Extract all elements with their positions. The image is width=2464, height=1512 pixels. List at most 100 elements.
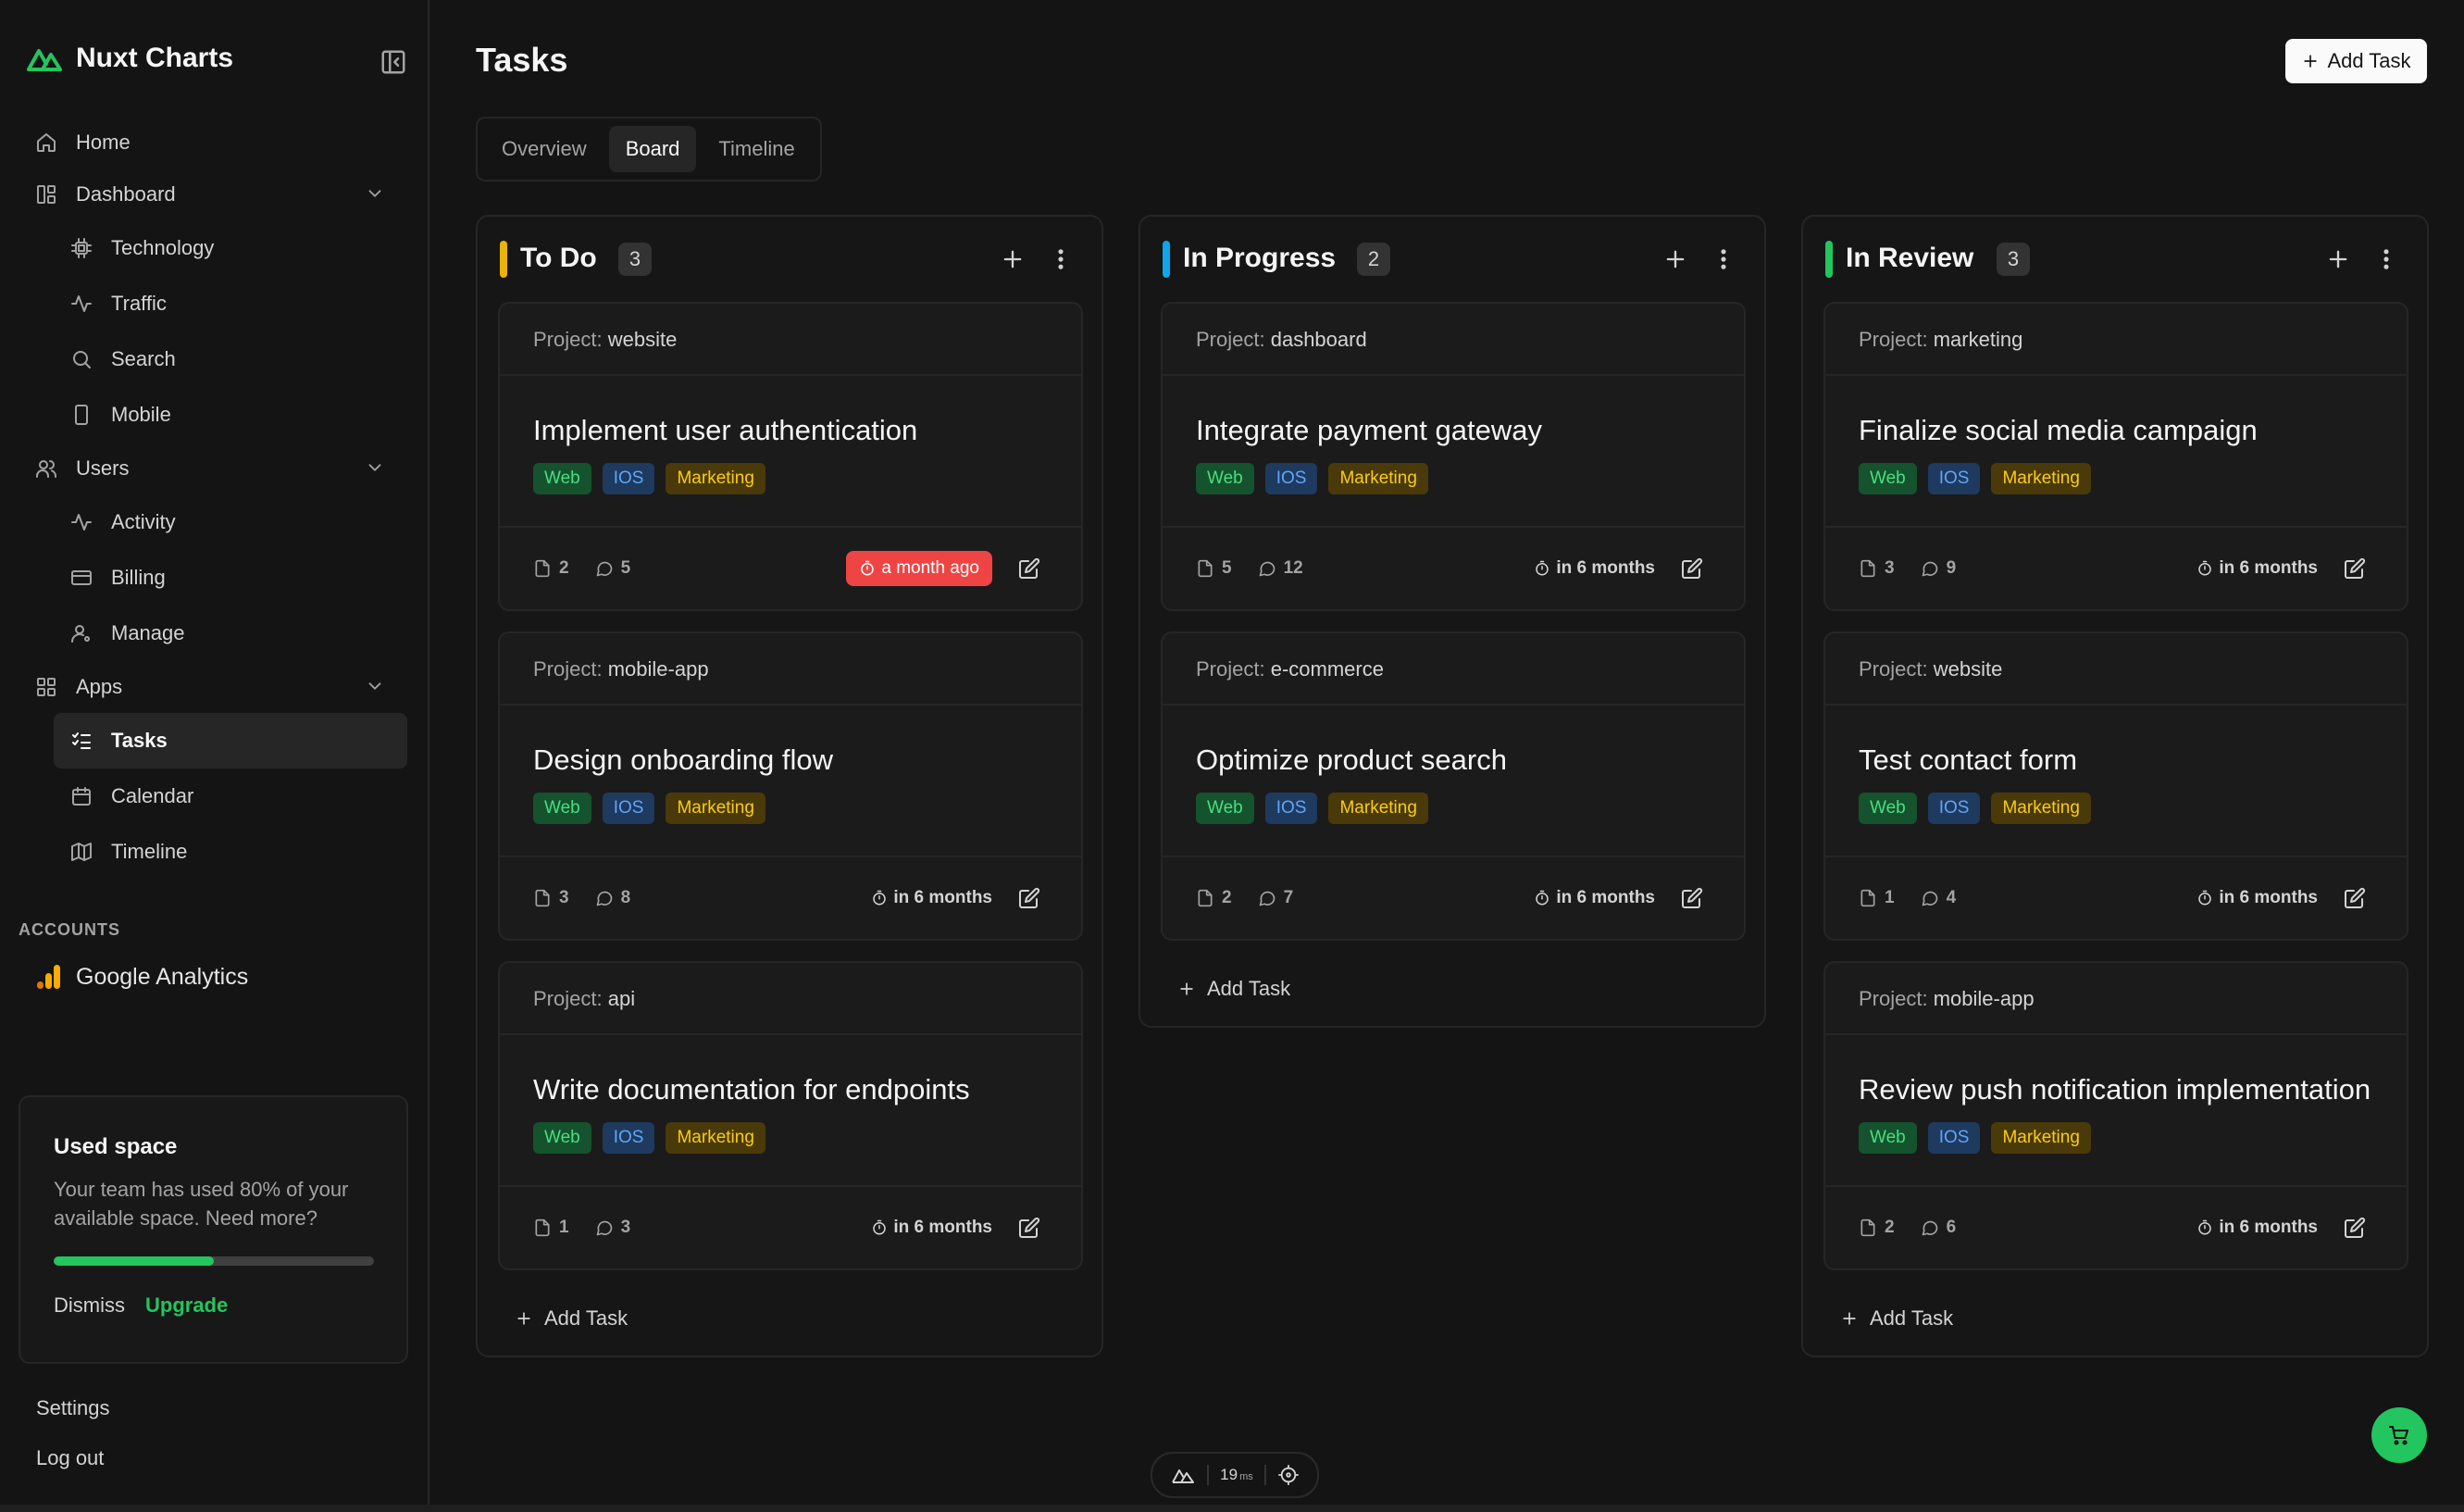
- card-title: Design onboarding flow: [533, 744, 833, 776]
- column-add-task-button[interactable]: Add Task: [1140, 952, 1764, 1026]
- task-card[interactable]: Project: mobile-app Design onboarding flo…: [498, 631, 1083, 941]
- grid-icon: [37, 678, 56, 696]
- crosshair-icon[interactable]: [1277, 1465, 1299, 1485]
- due-date-value: in 6 months: [2219, 888, 2318, 907]
- plus-icon: [1180, 982, 1193, 995]
- chevron-down-icon[interactable]: [365, 676, 385, 696]
- project-prefix: Project: [1196, 657, 1260, 681]
- badge-ios: IOS: [1927, 463, 1981, 494]
- sidebar-item-manage[interactable]: Manage: [54, 606, 407, 661]
- nuxt-devtools-icon[interactable]: [1171, 1465, 1195, 1485]
- upgrade-button[interactable]: Upgrade: [145, 1293, 228, 1318]
- task-card[interactable]: Project: api Write documentation for endp…: [498, 961, 1083, 1270]
- sidebar-nav: Home Dashboard Technology Traffic Search Mobi…: [19, 117, 407, 880]
- badge-web: Web: [1859, 793, 1917, 824]
- logout-link[interactable]: Log out: [36, 1446, 104, 1470]
- badge-web: Web: [1859, 1122, 1917, 1154]
- project-name: api: [607, 987, 636, 1010]
- sidebar-item-label: Mobile: [111, 403, 171, 426]
- sidebar-item-dashboard[interactable]: Dashboard: [19, 169, 407, 220]
- edit-icon[interactable]: [1018, 887, 1040, 909]
- tab-board[interactable]: Board: [608, 126, 697, 172]
- task-card[interactable]: Project: mobile-app Review push notificat…: [1823, 961, 2408, 1270]
- sidebar-item-technology[interactable]: Technology: [54, 220, 407, 276]
- sidebar-item-label: Search: [111, 347, 176, 370]
- card-footer: 2 7 in 6 months: [1163, 857, 1744, 939]
- cart-button[interactable]: [2371, 1407, 2427, 1463]
- more-vertical-icon[interactable]: [1048, 246, 1074, 272]
- edit-icon[interactable]: [2344, 1217, 2366, 1239]
- sidebar-item-tasks[interactable]: Tasks: [54, 713, 407, 768]
- message-circle-icon: [596, 891, 612, 906]
- sidebar-item-users[interactable]: Users: [19, 443, 407, 494]
- sidebar-item-label: Apps: [76, 675, 123, 698]
- edit-icon[interactable]: [2344, 557, 2366, 580]
- sidebar-item-activity[interactable]: Activity: [54, 494, 407, 550]
- plus-icon[interactable]: [1662, 246, 1688, 272]
- card-body: Review push notification implementation W…: [1825, 1035, 2407, 1187]
- add-task-button[interactable]: Add Task: [2285, 39, 2427, 83]
- tab-overview[interactable]: Overview: [485, 126, 604, 172]
- sidebar: Nuxt Charts Home Dashboard Technology Traff…: [0, 0, 429, 1505]
- column-add-task-button[interactable]: Add Task: [478, 1281, 1101, 1356]
- edit-icon[interactable]: [1018, 557, 1040, 580]
- tab-timeline[interactable]: Timeline: [702, 126, 811, 172]
- due-date-value: in 6 months: [1556, 558, 1655, 578]
- plus-icon[interactable]: [1000, 246, 1026, 272]
- task-card[interactable]: Project: e-commerce Optimize product sear…: [1161, 631, 1746, 941]
- sidebar-item-timeline[interactable]: Timeline: [54, 824, 407, 880]
- task-card[interactable]: Project: marketing Finalize social media …: [1823, 302, 2408, 611]
- card-title: Review push notification implementation: [1859, 1073, 2371, 1106]
- badge-marketing: Marketing: [1991, 1122, 2091, 1154]
- file-icon: [1198, 559, 1213, 578]
- edit-icon[interactable]: [1018, 1217, 1040, 1239]
- more-vertical-icon[interactable]: [1711, 246, 1736, 272]
- column-count: 2: [1357, 243, 1390, 276]
- column-add-task-button[interactable]: Add Task: [1803, 1281, 2427, 1356]
- task-card[interactable]: Project: website Test contact form Web IOS M…: [1823, 631, 2408, 941]
- message-circle-icon: [596, 561, 612, 577]
- task-card[interactable]: Project: dashboard Integrate payment gate…: [1161, 302, 1746, 611]
- attachments-value: 2: [1885, 1218, 1895, 1237]
- chevron-down-icon[interactable]: [365, 183, 385, 204]
- card-body: Implement user authentication Web IOS Marke…: [500, 376, 1081, 528]
- project-prefix: Project: [1859, 987, 1923, 1010]
- dismiss-button[interactable]: Dismiss: [54, 1293, 125, 1318]
- sidebar-item-label: Calendar: [111, 784, 194, 807]
- activity-icon: [71, 514, 92, 531]
- badge-marketing: Marketing: [1328, 793, 1428, 824]
- sidebar-collapse-icon[interactable]: [380, 48, 407, 76]
- plus-icon[interactable]: [2325, 246, 2351, 272]
- sidebar-item-billing[interactable]: Billing: [54, 550, 407, 606]
- badge-ios: IOS: [1264, 463, 1318, 494]
- attachments-count: 3: [1859, 558, 1895, 579]
- more-vertical-icon[interactable]: [2373, 246, 2399, 272]
- edit-icon[interactable]: [2344, 887, 2366, 909]
- sidebar-item-traffic[interactable]: Traffic: [54, 276, 407, 331]
- cpu-icon: [71, 238, 92, 258]
- chevron-down-icon[interactable]: [365, 457, 385, 478]
- sidebar-item-search[interactable]: Search: [54, 331, 407, 387]
- badge-ios: IOS: [602, 463, 655, 494]
- column-color-bar: [500, 241, 507, 278]
- edit-icon[interactable]: [1681, 887, 1703, 909]
- sidebar-item-home[interactable]: Home: [19, 117, 407, 169]
- sidebar-item-apps[interactable]: Apps: [19, 661, 407, 713]
- sidebar-item-mobile[interactable]: Mobile: [54, 387, 407, 443]
- column-title: To Do: [520, 243, 597, 273]
- task-card[interactable]: Project: website Implement user authentic…: [498, 302, 1083, 611]
- card-body: Write documentation for endpoints Web IOS M…: [500, 1035, 1081, 1187]
- edit-icon[interactable]: [1681, 557, 1703, 580]
- nuxt-logo-icon: [27, 49, 62, 71]
- card-badges: Web IOS Marketing: [1196, 793, 1711, 824]
- settings-link[interactable]: Settings: [36, 1396, 110, 1420]
- dev-toolbar[interactable]: 19 ms: [1151, 1452, 1319, 1498]
- account-google-analytics[interactable]: Google Analytics: [35, 963, 248, 991]
- due-date-value: in 6 months: [2219, 558, 2318, 578]
- card-body: Integrate payment gateway Web IOS Marketing: [1163, 376, 1744, 528]
- attachments-count: 2: [1196, 888, 1232, 908]
- card-project: Project: mobile-app: [1825, 963, 2407, 1035]
- sidebar-item-calendar[interactable]: Calendar: [54, 768, 407, 824]
- file-icon: [1860, 1218, 1875, 1237]
- brand[interactable]: Nuxt Charts: [26, 43, 233, 74]
